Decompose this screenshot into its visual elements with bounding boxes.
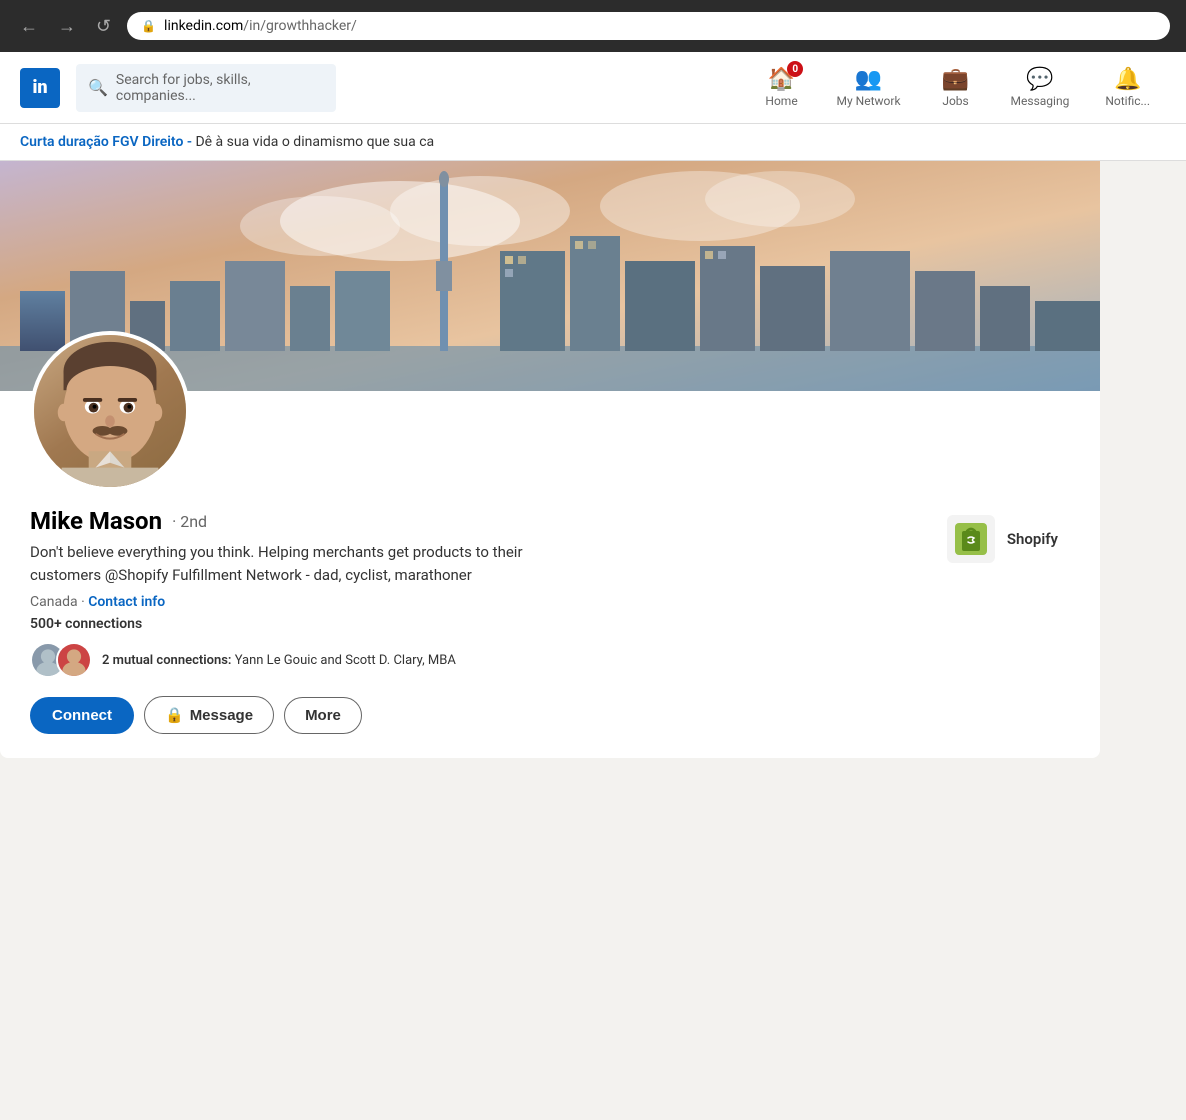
jobs-icon: 💼 bbox=[942, 67, 969, 92]
messaging-icon: 💬 bbox=[1026, 67, 1053, 92]
ad-text: Dê à sua vida o dinamismo que sua ca bbox=[192, 134, 434, 150]
connect-button[interactable]: Connect bbox=[30, 697, 134, 734]
search-bar[interactable]: 🔍 Search for jobs, skills, companies... bbox=[76, 64, 336, 112]
address-bar[interactable]: 🔒 linkedin.com/in/growthhacker/ bbox=[127, 12, 1170, 40]
search-placeholder: Search for jobs, skills, companies... bbox=[116, 72, 324, 104]
message-button[interactable]: 🔒 Message bbox=[144, 696, 274, 734]
notifications-icon: 🔔 bbox=[1114, 67, 1141, 92]
forward-button[interactable]: → bbox=[54, 12, 80, 41]
network-icon: 👥 bbox=[855, 67, 882, 92]
profile-info: Mike Mason · 2nd Don't believe everythin… bbox=[0, 491, 1100, 758]
mutual-text: 2 mutual connections: Yann Le Gouic and … bbox=[102, 653, 456, 668]
profile-card: Mike Mason · 2nd Don't believe everythin… bbox=[0, 161, 1100, 758]
nav-items: 🏠 0 Home 👥 My Network 💼 Jobs 💬 Messaging… bbox=[747, 67, 1166, 108]
home-icon: 🏠 0 bbox=[768, 67, 795, 92]
notifications-label: Notific... bbox=[1105, 94, 1150, 108]
lock-icon: 🔒 bbox=[141, 19, 156, 33]
nav-item-home[interactable]: 🏠 0 Home bbox=[747, 67, 817, 108]
mutual-avatar-2 bbox=[56, 642, 92, 678]
lock-icon: 🔒 bbox=[165, 706, 184, 724]
nav-item-jobs[interactable]: 💼 Jobs bbox=[921, 67, 991, 108]
reload-button[interactable]: ↺ bbox=[92, 12, 115, 41]
linkedin-navbar: in 🔍 Search for jobs, skills, companies.… bbox=[0, 52, 1186, 124]
my-network-label: My Network bbox=[837, 94, 901, 108]
profile-headline: Don't believe everything you think. Help… bbox=[30, 541, 590, 586]
contact-info-link[interactable]: Contact info bbox=[88, 594, 165, 610]
search-icon: 🔍 bbox=[88, 78, 108, 97]
profile-name: Mike Mason bbox=[30, 507, 162, 535]
profile-name-row: Mike Mason · 2nd bbox=[30, 507, 935, 535]
ad-link[interactable]: Curta duração FGV Direito - bbox=[20, 134, 192, 150]
shopify-logo bbox=[947, 515, 995, 563]
url-display: linkedin.com/in/growthhacker/ bbox=[164, 18, 357, 34]
connections-count[interactable]: 500+ connections bbox=[30, 616, 935, 632]
home-badge: 0 bbox=[787, 61, 803, 77]
connection-degree: · 2nd bbox=[172, 512, 207, 531]
browser-chrome: ← → ↺ 🔒 linkedin.com/in/growthhacker/ bbox=[0, 0, 1186, 52]
profile-avatar bbox=[30, 331, 190, 491]
nav-item-notifications[interactable]: 🔔 Notific... bbox=[1089, 67, 1166, 108]
profile-left: Mike Mason · 2nd Don't believe everythin… bbox=[30, 507, 935, 734]
nav-item-network[interactable]: 👥 My Network bbox=[821, 67, 917, 108]
mutual-avatars bbox=[30, 642, 92, 678]
mutual-connections: 2 mutual connections: Yann Le Gouic and … bbox=[30, 642, 935, 678]
home-label: Home bbox=[765, 94, 797, 108]
nav-item-messaging[interactable]: 💬 Messaging bbox=[995, 67, 1086, 108]
action-buttons: Connect 🔒 Message More bbox=[30, 696, 935, 734]
more-button[interactable]: More bbox=[284, 697, 362, 734]
linkedin-logo[interactable]: in bbox=[20, 68, 60, 108]
profile-location: Canada · Contact info bbox=[30, 594, 935, 610]
company-name: Shopify bbox=[1007, 530, 1058, 548]
ad-banner: Curta duração FGV Direito - Dê à sua vid… bbox=[0, 124, 1186, 161]
messaging-label: Messaging bbox=[1011, 94, 1070, 108]
company-badge: Shopify bbox=[935, 507, 1070, 571]
jobs-label: Jobs bbox=[942, 94, 968, 108]
back-button[interactable]: ← bbox=[16, 12, 42, 41]
